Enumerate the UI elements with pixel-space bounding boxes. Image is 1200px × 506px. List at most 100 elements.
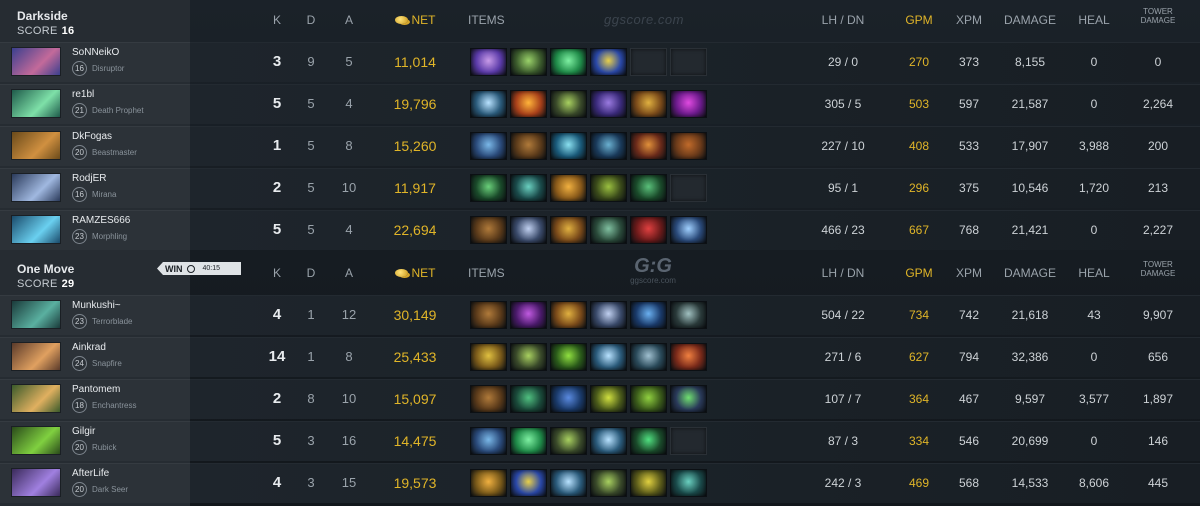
item-icon[interactable]	[550, 174, 587, 202]
item-icon[interactable]	[630, 385, 667, 413]
item-icon[interactable]	[510, 343, 547, 371]
item-icon[interactable]	[670, 385, 707, 413]
item-icon[interactable]	[550, 343, 587, 371]
item-icon[interactable]	[670, 343, 707, 371]
item-icon[interactable]	[470, 132, 507, 160]
item-icon[interactable]	[590, 427, 627, 455]
item-icon[interactable]	[630, 301, 667, 329]
item-icon[interactable]	[510, 174, 547, 202]
win-badge: WIN 40:15	[157, 262, 241, 275]
hero-portrait[interactable]	[11, 89, 61, 118]
item-icon[interactable]	[590, 90, 627, 118]
item-icon[interactable]	[590, 132, 627, 160]
player-name[interactable]: Munkushi~	[72, 300, 121, 311]
player-row[interactable]: SoNNeikO 16 Disruptor 3 9 5 11,014 29 / 0 270 373…	[0, 42, 1200, 82]
item-icon[interactable]	[630, 343, 667, 371]
player-name[interactable]: AfterLife	[72, 468, 109, 479]
item-icon[interactable]	[670, 469, 707, 497]
item-icon[interactable]	[510, 469, 547, 497]
item-icon[interactable]	[630, 427, 667, 455]
player-row[interactable]: Pantomem 18 Enchantress 2 8 10 15,097 107 / 7 36…	[0, 379, 1200, 419]
hero-portrait[interactable]	[11, 215, 61, 244]
item-icon[interactable]	[590, 469, 627, 497]
item-icon[interactable]	[630, 216, 667, 244]
item-icon[interactable]	[590, 385, 627, 413]
item-icon[interactable]	[470, 216, 507, 244]
item-icon[interactable]	[470, 385, 507, 413]
item-icon[interactable]	[590, 48, 627, 76]
player-row[interactable]: re1bl 21 Death Prophet 5 5 4 19,796 305 / 5 503 5…	[0, 84, 1200, 124]
item-icon[interactable]	[470, 469, 507, 497]
item-icon[interactable]	[550, 385, 587, 413]
player-name[interactable]: Gilgir	[72, 426, 95, 437]
item-icon[interactable]	[470, 48, 507, 76]
hero-name: Mirana	[92, 190, 117, 199]
hero-portrait[interactable]	[11, 468, 61, 497]
item-icon[interactable]	[510, 90, 547, 118]
item-icon[interactable]	[550, 90, 587, 118]
hero-portrait[interactable]	[11, 173, 61, 202]
ggscore-logo-caption: ggscore.com	[630, 276, 676, 285]
hero-portrait[interactable]	[11, 300, 61, 329]
item-icon[interactable]	[510, 48, 547, 76]
team-name: One Move	[17, 262, 75, 276]
item-icon[interactable]	[470, 343, 507, 371]
item-icon[interactable]	[550, 469, 587, 497]
item-icon[interactable]	[670, 301, 707, 329]
column-header-damage: DAMAGE	[1003, 13, 1056, 27]
hero-portrait[interactable]	[11, 342, 61, 371]
hero-portrait[interactable]	[11, 47, 61, 76]
item-icon[interactable]	[670, 132, 707, 160]
item-icon[interactable]	[590, 216, 627, 244]
item-icon[interactable]	[630, 469, 667, 497]
player-row[interactable]: AfterLife 20 Dark Seer 4 3 15 19,573 242 / 3 469…	[0, 463, 1200, 503]
column-header-gpm: GPM	[905, 13, 933, 27]
player-name[interactable]: RodjER	[72, 173, 106, 184]
player-name[interactable]: DkFogas	[72, 131, 112, 142]
item-icon[interactable]	[510, 385, 547, 413]
hero-portrait[interactable]	[11, 426, 61, 455]
player-row[interactable]: DkFogas 20 Beastmaster 1 5 8 15,260 227 / 10 408…	[0, 126, 1200, 166]
net-worth-value: 25,433	[393, 349, 437, 365]
item-icon[interactable]	[510, 301, 547, 329]
item-icon[interactable]	[590, 343, 627, 371]
item-icon[interactable]	[470, 427, 507, 455]
item-icon[interactable]	[670, 90, 707, 118]
item-icon[interactable]	[550, 301, 587, 329]
item-icon[interactable]	[630, 132, 667, 160]
deaths-value: 5	[307, 138, 315, 153]
player-row[interactable]: Gilgir 20 Rubick 5 3 16 14,475 87 / 3 334 546 20,6…	[0, 421, 1200, 461]
item-icon[interactable]	[550, 48, 587, 76]
hero-portrait[interactable]	[11, 384, 61, 413]
item-icon[interactable]	[550, 132, 587, 160]
player-name[interactable]: RAMZES666	[72, 215, 130, 226]
player-name[interactable]: Ainkrad	[72, 342, 106, 353]
item-icon[interactable]	[470, 174, 507, 202]
hero-portrait[interactable]	[11, 131, 61, 160]
hero-damage-value: 17,907	[1011, 139, 1049, 153]
item-icon[interactable]	[470, 301, 507, 329]
item-icon[interactable]	[630, 90, 667, 118]
item-icon[interactable]	[470, 90, 507, 118]
item-icon[interactable]	[590, 301, 627, 329]
player-name[interactable]: SoNNeikO	[72, 47, 119, 58]
item-icon[interactable]	[510, 216, 547, 244]
gold-per-minute-value: 734	[908, 308, 930, 322]
player-row[interactable]: Munkushi~ 23 Terrorblade 4 1 12 30,149 504 / 22…	[0, 295, 1200, 335]
hero-healing-value: 0	[1090, 55, 1098, 69]
item-icon[interactable]	[590, 174, 627, 202]
item-icon[interactable]	[550, 427, 587, 455]
player-row[interactable]: RAMZES666 23 Morphling 5 5 4 22,694 466 / 23 667…	[0, 210, 1200, 250]
item-icon[interactable]	[510, 132, 547, 160]
player-name[interactable]: re1bl	[72, 89, 94, 100]
player-row[interactable]: Ainkrad 24 Snapfire 14 1 8 25,433 271 / 6 627 794…	[0, 337, 1200, 377]
item-icon[interactable]	[550, 216, 587, 244]
last-hits-denies-value: 87 / 3	[827, 434, 859, 448]
item-icon[interactable]	[510, 427, 547, 455]
item-icon[interactable]	[670, 216, 707, 244]
player-name[interactable]: Pantomem	[72, 384, 120, 395]
item-icon[interactable]	[630, 174, 667, 202]
player-row[interactable]: RodjER 16 Mirana 2 5 10 11,917 95 / 1 296 375 10,5…	[0, 168, 1200, 208]
column-header-net: NET	[375, 266, 455, 280]
gold-per-minute-value: 469	[908, 476, 930, 490]
